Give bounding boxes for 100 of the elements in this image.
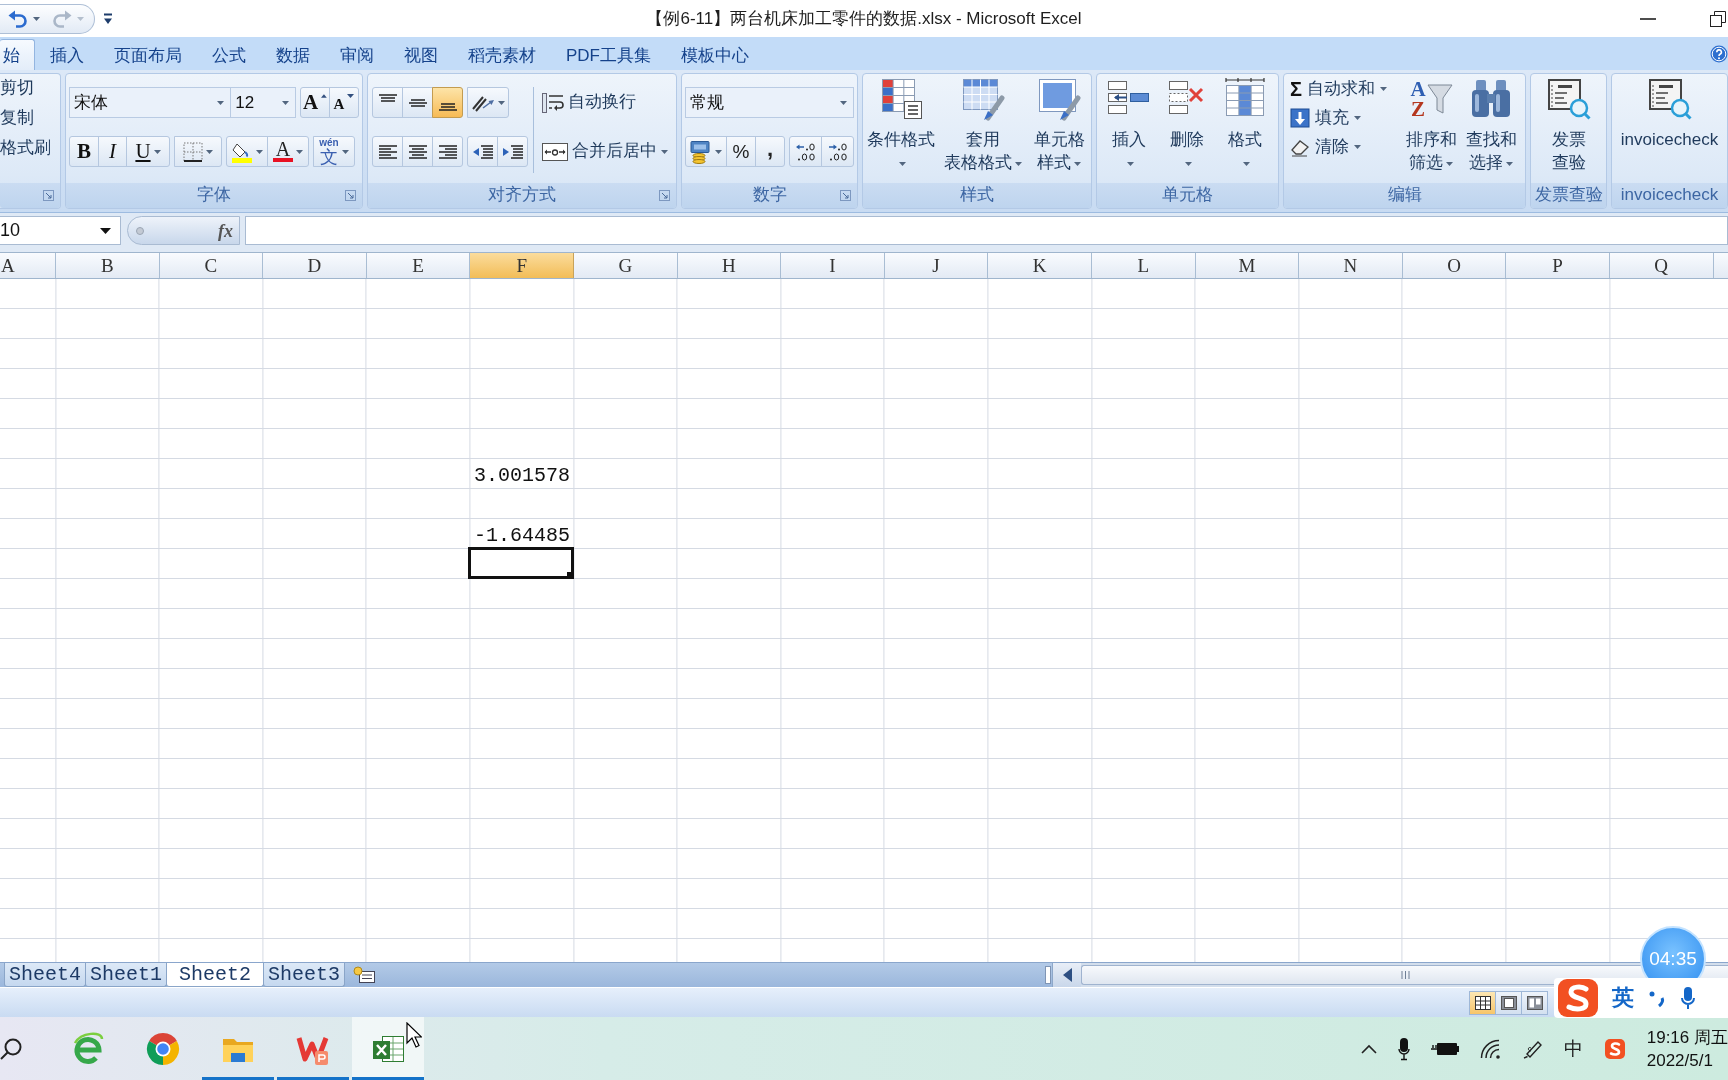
sort-filter-button[interactable]: A Z 排序和 筛选 bbox=[1402, 77, 1460, 183]
ribbon-tab[interactable]: 始 bbox=[0, 39, 35, 70]
column-header[interactable]: D bbox=[263, 253, 367, 278]
dropdown-arrow-icon[interactable] bbox=[100, 227, 111, 234]
dot-icon[interactable] bbox=[136, 226, 144, 235]
decrease-decimal-button[interactable] bbox=[821, 136, 854, 167]
ribbon-tab[interactable]: 插入 bbox=[35, 39, 99, 70]
fill-handle[interactable] bbox=[566, 572, 572, 577]
ribbon-tab[interactable]: 审阅 bbox=[325, 39, 389, 70]
chevron-up-icon[interactable] bbox=[1360, 1043, 1377, 1054]
ribbon-tab[interactable]: 模板中心 bbox=[666, 39, 764, 70]
column-header[interactable]: K bbox=[988, 253, 1092, 278]
decrease-indent-button[interactable] bbox=[467, 136, 498, 167]
scroll-left-button[interactable] bbox=[1053, 963, 1081, 987]
column-header[interactable]: B bbox=[56, 253, 160, 278]
ribbon-tab[interactable]: 数据 bbox=[261, 39, 325, 70]
column-header[interactable]: I bbox=[781, 253, 885, 278]
italic-button[interactable]: I bbox=[98, 136, 127, 167]
merge-center-button[interactable]: 合并后居中 bbox=[540, 136, 670, 167]
phonetic-guide-button[interactable]: wén 文 bbox=[313, 136, 355, 167]
insert-cells-button[interactable]: 插入 bbox=[1101, 77, 1157, 183]
wrap-text-button[interactable]: 自动换行 bbox=[540, 87, 670, 118]
dialog-launcher-icon[interactable] bbox=[659, 190, 670, 201]
increase-indent-button[interactable] bbox=[497, 136, 528, 167]
increase-decimal-button[interactable] bbox=[789, 136, 822, 167]
cell-styles-button[interactable]: 单元格 样式 bbox=[1028, 77, 1090, 183]
comma-style-button[interactable]: , bbox=[755, 136, 785, 167]
font-name-dropdown[interactable]: 宋体 bbox=[69, 87, 232, 118]
input-mode-indicator[interactable]: 中 bbox=[1563, 1039, 1583, 1058]
invoice-check-button[interactable]: invoicecheck bbox=[1614, 77, 1725, 183]
active-cell[interactable] bbox=[468, 547, 574, 579]
insert-function-button[interactable]: fx bbox=[218, 221, 233, 240]
clock-date[interactable]: 2022/5/1 bbox=[1646, 1048, 1728, 1072]
dialog-launcher-icon[interactable] bbox=[345, 190, 356, 201]
column-header[interactable]: M bbox=[1195, 253, 1300, 278]
clock-time[interactable]: 19:16 周五 bbox=[1646, 1025, 1728, 1049]
cut-button[interactable]: 剪切 bbox=[0, 76, 34, 100]
dialog-launcher-icon[interactable] bbox=[840, 190, 851, 201]
column-header[interactable]: N bbox=[1299, 253, 1403, 278]
align-center-button[interactable] bbox=[402, 136, 433, 167]
column-header[interactable]: O bbox=[1402, 253, 1507, 278]
split-handle[interactable] bbox=[1045, 966, 1051, 984]
column-header[interactable]: H bbox=[677, 253, 782, 278]
wifi-icon[interactable] bbox=[1479, 1038, 1502, 1059]
column-header[interactable]: J bbox=[884, 253, 989, 278]
align-left-button[interactable] bbox=[372, 136, 403, 167]
minimize-icon[interactable] bbox=[1640, 17, 1656, 20]
copy-button[interactable]: 复制 bbox=[0, 106, 34, 130]
number-format-dropdown[interactable]: 常规 bbox=[685, 87, 854, 118]
top-align-button[interactable] bbox=[372, 87, 403, 118]
borders-button[interactable] bbox=[174, 136, 222, 167]
conditional-formatting-button[interactable]: 条件格式 bbox=[864, 77, 939, 183]
ribbon-tab[interactable]: 视图 bbox=[389, 39, 453, 70]
normal-view-button[interactable] bbox=[1469, 990, 1496, 1015]
delete-cells-button[interactable]: 删除 bbox=[1159, 77, 1215, 183]
orientation-button[interactable] bbox=[467, 87, 509, 118]
autosum-button[interactable]: Σ 自动求和 bbox=[1288, 77, 1400, 101]
s-logo-icon[interactable] bbox=[1603, 1037, 1626, 1060]
find-select-button[interactable]: 查找和 选择 bbox=[1462, 77, 1520, 183]
help-icon[interactable] bbox=[1710, 44, 1728, 63]
s-logo-icon[interactable] bbox=[1556, 978, 1600, 1018]
underline-button[interactable]: U bbox=[126, 136, 170, 167]
restore-icon[interactable] bbox=[1710, 10, 1726, 27]
ribbon-tab[interactable]: 页面布局 bbox=[99, 39, 197, 70]
column-header[interactable]: C bbox=[159, 253, 264, 278]
column-header[interactable]: A bbox=[0, 253, 56, 278]
middle-align-button[interactable] bbox=[402, 87, 433, 118]
format-painter-button[interactable]: 格式刷 bbox=[0, 136, 51, 160]
column-header[interactable]: L bbox=[1091, 253, 1196, 278]
formula-input[interactable] bbox=[245, 216, 1728, 245]
sheet-tab[interactable]: Sheet3 bbox=[263, 963, 346, 987]
taskbar-button[interactable] bbox=[352, 1017, 424, 1080]
dialog-launcher-icon[interactable] bbox=[43, 190, 54, 201]
format-cells-button[interactable]: 格式 bbox=[1217, 77, 1273, 183]
pen-icon[interactable] bbox=[1522, 1038, 1543, 1059]
clear-button[interactable]: 清除 bbox=[1288, 135, 1400, 159]
microphone-icon[interactable] bbox=[1397, 1036, 1410, 1061]
page-break-preview-button[interactable] bbox=[1521, 990, 1548, 1015]
ribbon-tab[interactable]: 公式 bbox=[197, 39, 261, 70]
column-header[interactable]: F bbox=[470, 253, 574, 278]
font-size-dropdown[interactable]: 12 bbox=[230, 87, 296, 118]
bold-button[interactable]: B bbox=[69, 136, 99, 167]
ribbon-tab[interactable]: 稻壳素材 bbox=[453, 39, 551, 70]
bottom-align-button[interactable] bbox=[432, 87, 463, 118]
input-mode-button[interactable]: 英 bbox=[1612, 987, 1634, 1009]
sheet-tab[interactable]: Sheet1 bbox=[85, 963, 168, 987]
accounting-format-button[interactable] bbox=[685, 136, 727, 167]
page-layout-view-button[interactable] bbox=[1495, 990, 1522, 1015]
fill-button[interactable]: 填充 bbox=[1288, 106, 1400, 130]
align-right-button[interactable] bbox=[432, 136, 463, 167]
sheet-tab[interactable]: Sheet2 bbox=[166, 963, 265, 987]
sheet-tab[interactable]: Sheet4 bbox=[4, 963, 86, 987]
column-header[interactable]: P bbox=[1506, 253, 1610, 278]
bar-caret-icon[interactable] bbox=[103, 12, 113, 25]
column-header[interactable]: Q bbox=[1609, 253, 1714, 278]
shrink-font-button[interactable]: A bbox=[329, 87, 359, 118]
grow-font-button[interactable]: A bbox=[300, 87, 330, 118]
format-as-table-button[interactable]: 套用 表格格式 bbox=[939, 77, 1028, 183]
name-box[interactable]: 10 bbox=[0, 216, 121, 245]
percent-style-button[interactable]: % bbox=[726, 136, 756, 167]
